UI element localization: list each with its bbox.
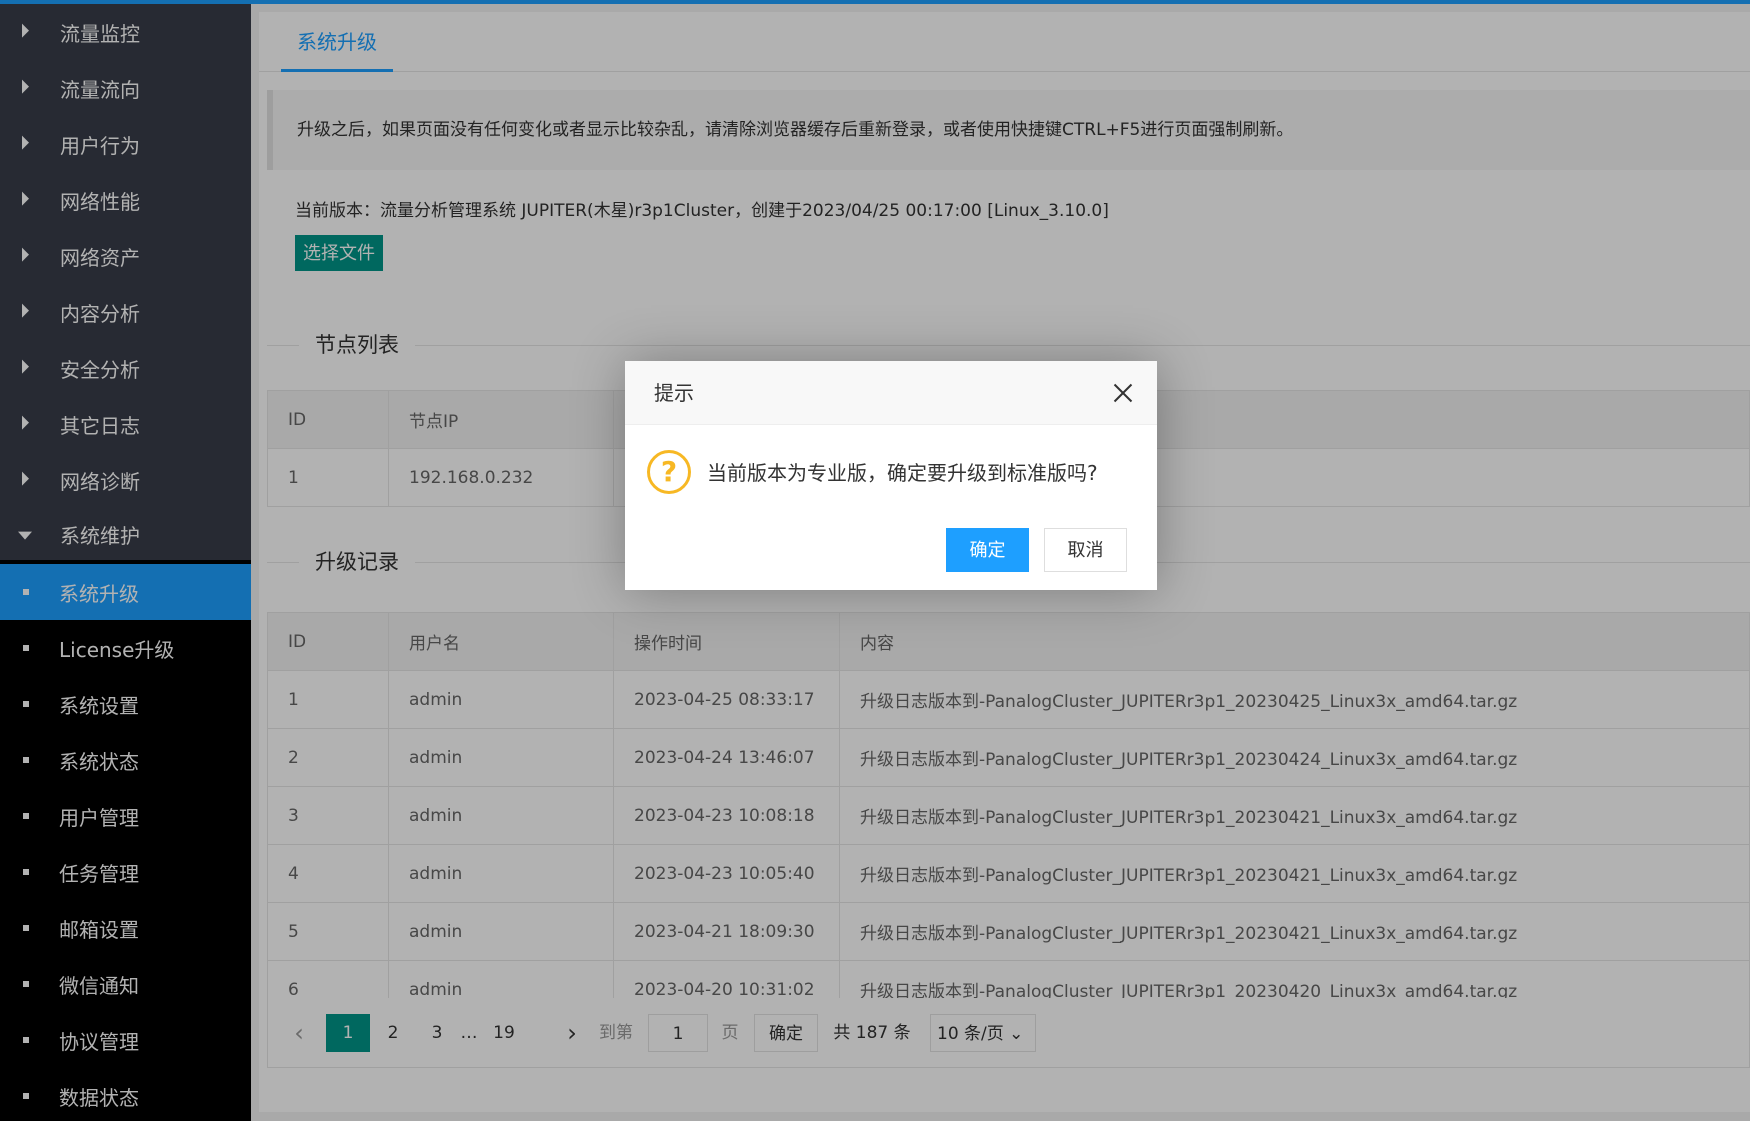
dialog-title: 提示 bbox=[654, 381, 694, 405]
question-icon: ? bbox=[647, 450, 691, 494]
dialog-message: 当前版本为专业版，确定要升级到标准版吗? bbox=[707, 461, 1098, 485]
close-icon[interactable] bbox=[1111, 381, 1135, 405]
confirm-button[interactable]: 确定 bbox=[946, 528, 1029, 572]
cancel-button[interactable]: 取消 bbox=[1044, 528, 1127, 572]
dialog-header: 提示 bbox=[625, 361, 1157, 425]
confirm-dialog: 提示 ? 当前版本为专业版，确定要升级到标准版吗? 确定 取消 bbox=[625, 361, 1157, 590]
